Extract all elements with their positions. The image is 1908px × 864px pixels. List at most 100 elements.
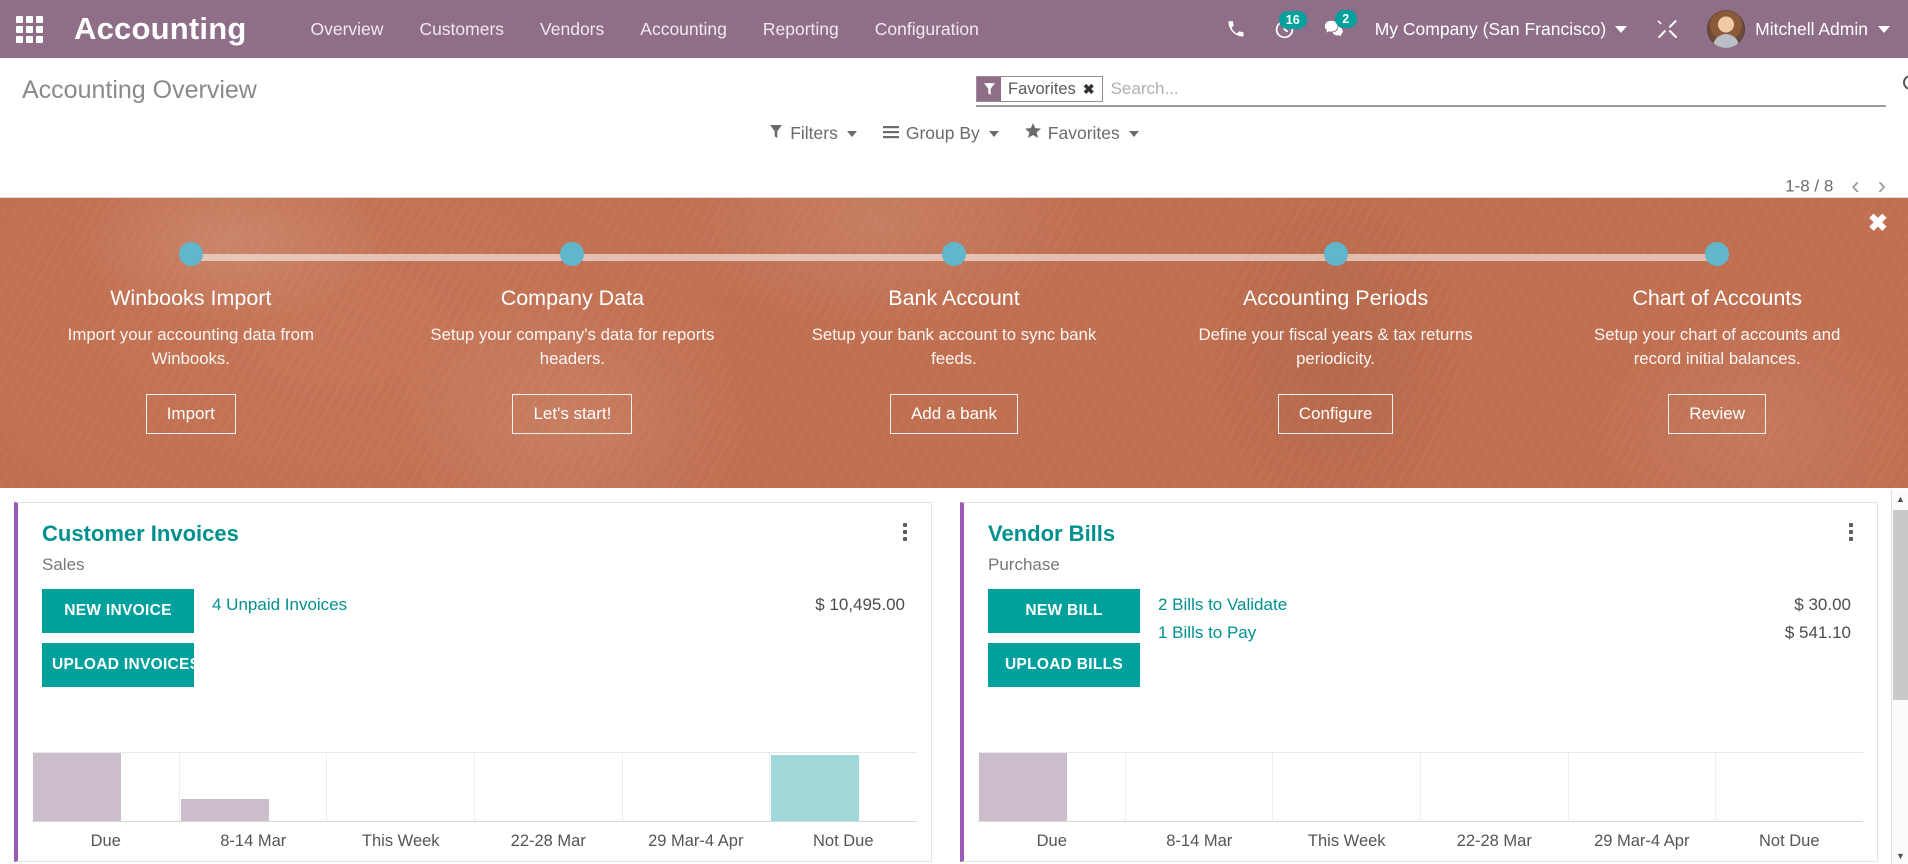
bar-chart-bar[interactable]	[33, 753, 121, 821]
dashboard-journals: Customer Invoices Sales New Invoice Uplo…	[0, 488, 1908, 862]
bar-chart-column[interactable]	[1569, 753, 1717, 821]
card-subtitle: Sales	[42, 555, 911, 575]
favorites-dropdown[interactable]: Favorites	[1025, 123, 1139, 144]
breadcrumb: Accounting Overview	[22, 76, 257, 105]
bar-chart-x-tick-label: 8-14 Mar	[180, 832, 328, 851]
remove-facet-icon[interactable]: ✖	[1083, 81, 1095, 98]
pager-next-button[interactable]: ›	[1878, 174, 1886, 199]
menu-item-overview[interactable]: Overview	[293, 11, 402, 48]
avatar	[1707, 10, 1745, 48]
menu-item-configuration[interactable]: Configuration	[857, 11, 997, 48]
bar-chart-column[interactable]	[327, 753, 475, 821]
pager-previous-button[interactable]: ‹	[1851, 174, 1859, 199]
onboarding-step-winbooks-import: Winbooks Import Import your accounting d…	[0, 218, 382, 488]
step-title: Bank Account	[888, 286, 1019, 311]
bar-chart-column[interactable]	[1421, 753, 1569, 821]
company-switcher[interactable]: My Company (San Francisco)	[1359, 13, 1639, 46]
chevron-down-icon	[1615, 26, 1627, 33]
step-action-button[interactable]: Let's start!	[512, 394, 632, 434]
search-options: Filters Group By Favorites	[769, 123, 1139, 144]
bar-chart-column[interactable]	[1273, 753, 1421, 821]
step-action-button[interactable]: Review	[1668, 394, 1766, 434]
user-menu[interactable]: Mitchell Admin	[1695, 6, 1894, 52]
scroll-down-arrow-icon[interactable]: ▼	[1892, 847, 1908, 864]
unpaid-invoices-link[interactable]: 4 Unpaid Invoices	[212, 595, 347, 615]
bills-to-validate-link[interactable]: 2 Bills to Validate	[1158, 595, 1287, 615]
step-description: Define your fiscal years & tax returns p…	[1193, 323, 1478, 372]
step-action-button[interactable]: Import	[146, 394, 236, 434]
bills-to-pay-link[interactable]: 1 Bills to Pay	[1158, 623, 1256, 643]
bar-chart-column[interactable]	[1716, 753, 1863, 821]
bills-to-pay-amount: $ 541.10	[1785, 623, 1851, 643]
step-description: Import your accounting data from Winbook…	[48, 323, 333, 372]
stat-row: 4 Unpaid Invoices $ 10,495.00	[212, 593, 911, 617]
bar-chart-column[interactable]	[623, 753, 771, 821]
chevron-down-icon	[989, 131, 999, 137]
bar-chart-bar[interactable]	[979, 753, 1067, 821]
bar-chart-column[interactable]	[32, 753, 180, 821]
filters-dropdown[interactable]: Filters	[769, 123, 857, 144]
phone-icon	[1226, 19, 1246, 39]
search-icon[interactable]	[1900, 72, 1908, 102]
user-name: Mitchell Admin	[1755, 19, 1868, 40]
bar-chart-bar[interactable]	[181, 799, 269, 821]
onboarding-step-chart-of-accounts: Chart of Accounts Setup your chart of ac…	[1526, 218, 1908, 488]
new-bill-button[interactable]: New Bill	[988, 589, 1140, 633]
stat-row: 1 Bills to Pay $ 541.10	[1158, 621, 1857, 645]
bar-chart	[32, 752, 917, 822]
upload-invoices-button[interactable]: Upload Invoices	[42, 643, 194, 687]
kebab-menu-icon[interactable]	[1843, 521, 1859, 543]
company-name: My Company (San Francisco)	[1375, 19, 1606, 40]
bar-chart-column[interactable]	[978, 753, 1126, 821]
step-action-button[interactable]: Add a bank	[890, 394, 1018, 434]
step-description: Setup your bank account to sync bank fee…	[811, 323, 1096, 372]
page-scrollbar[interactable]: ▲ ▼	[1891, 490, 1908, 864]
upload-bills-button[interactable]: Upload Bills	[988, 643, 1140, 687]
menu-item-reporting[interactable]: Reporting	[745, 11, 857, 48]
chevron-down-icon	[1129, 131, 1139, 137]
step-title: Chart of Accounts	[1632, 286, 1802, 311]
card-title[interactable]: Customer Invoices	[42, 521, 911, 547]
unpaid-invoices-amount: $ 10,495.00	[815, 595, 905, 615]
scroll-up-arrow-icon[interactable]: ▲	[1892, 490, 1908, 507]
menu-item-accounting[interactable]: Accounting	[622, 11, 745, 48]
group-by-dropdown[interactable]: Group By	[883, 123, 999, 144]
bills-to-validate-amount: $ 30.00	[1794, 595, 1851, 615]
main-menu: Overview Customers Vendors Accounting Re…	[293, 11, 997, 48]
bar-chart	[978, 752, 1863, 822]
search-facet-favorites[interactable]: Favorites ✖	[976, 76, 1103, 102]
bar-chart-bar[interactable]	[771, 755, 859, 821]
step-action-button[interactable]: Configure	[1278, 394, 1394, 434]
menu-item-customers[interactable]: Customers	[401, 11, 522, 48]
phone-button[interactable]	[1212, 13, 1260, 45]
messages-button[interactable]: 2	[1309, 12, 1359, 46]
onboarding-step-company-data: Company Data Setup your company's data f…	[382, 218, 764, 488]
onboarding-banner: ✖ Winbooks Import Import your accounting…	[0, 198, 1908, 488]
menu-item-vendors[interactable]: Vendors	[522, 11, 622, 48]
bar-chart-column[interactable]	[180, 753, 328, 821]
apps-menu-button[interactable]	[0, 0, 58, 58]
search-input[interactable]	[1105, 77, 1886, 101]
kebab-menu-icon[interactable]	[897, 521, 913, 543]
navbar-systray: 16 2 My Company (San Francisco) Mitchell…	[1212, 6, 1894, 52]
bar-chart-x-labels: Due8-14 MarThis Week22-28 Mar29 Mar-4 Ap…	[32, 822, 917, 851]
bar-chart-x-tick-label: 29 Mar-4 Apr	[1568, 832, 1716, 851]
group-by-label: Group By	[906, 123, 980, 144]
new-invoice-button[interactable]: New Invoice	[42, 589, 194, 633]
bar-chart-x-tick-label: 22-28 Mar	[1421, 832, 1569, 851]
bar-chart-column[interactable]	[475, 753, 623, 821]
bar-chart-column[interactable]	[770, 753, 917, 821]
stat-row: 2 Bills to Validate $ 30.00	[1158, 593, 1857, 617]
control-panel: Accounting Overview Favorites ✖	[0, 58, 1908, 198]
scrollbar-thumb[interactable]	[1893, 510, 1908, 700]
messages-count-badge: 2	[1335, 10, 1357, 28]
chevron-down-icon	[1878, 26, 1890, 33]
bar-chart-column[interactable]	[1126, 753, 1274, 821]
close-icon[interactable]: ✖	[1868, 212, 1888, 236]
onboarding-step-bank-account: Bank Account Setup your bank account to …	[763, 218, 1145, 488]
card-title[interactable]: Vendor Bills	[988, 521, 1857, 547]
bar-chart-x-tick-label: Due	[32, 832, 180, 851]
filter-funnel-icon	[977, 77, 1001, 101]
developer-tools-button[interactable]	[1639, 11, 1695, 47]
activities-button[interactable]: 16	[1260, 13, 1309, 46]
